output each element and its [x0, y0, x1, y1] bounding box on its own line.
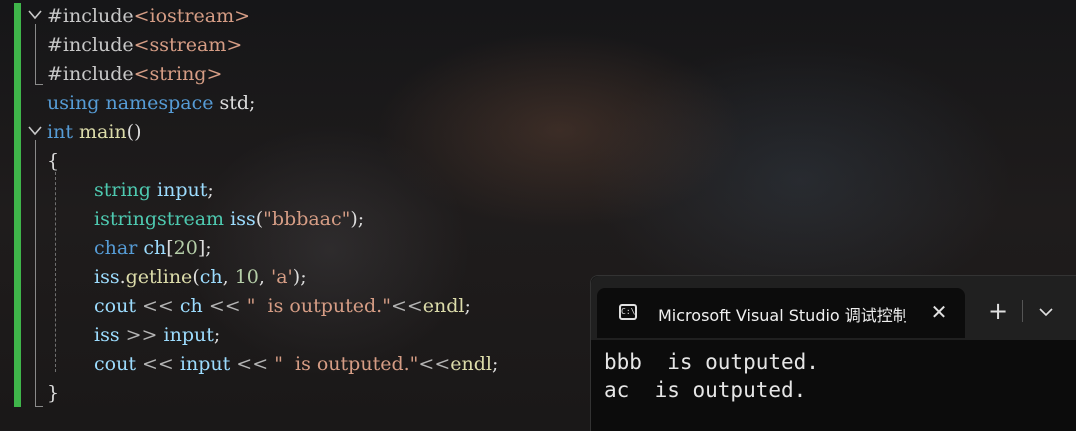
- code-token: ];: [197, 237, 212, 259]
- code-line[interactable]: }: [47, 379, 59, 408]
- code-token: <sstream>: [133, 34, 243, 56]
- console-output-line: bbb is outputed.: [604, 350, 819, 374]
- code-token: iss: [94, 324, 120, 346]
- chevron-down-icon[interactable]: [1031, 296, 1061, 326]
- indent-guide: [55, 172, 56, 372]
- code-line[interactable]: iss.getline(ch, 10, 'a');: [94, 263, 307, 292]
- code-line[interactable]: #include<iostream>: [47, 2, 250, 31]
- code-token: <string>: [133, 63, 223, 85]
- main-fold-guide-end: [35, 406, 43, 407]
- code-token: iss: [230, 208, 256, 230]
- change-tracking-bar: [14, 3, 21, 407]
- code-token: <<: [236, 353, 269, 375]
- code-token: #include: [47, 34, 134, 56]
- code-token: namespace: [105, 92, 214, 114]
- code-token: string: [94, 179, 151, 201]
- new-tab-button[interactable]: +: [983, 296, 1013, 326]
- code-token: endl: [422, 295, 465, 317]
- code-token: cout: [94, 353, 136, 375]
- close-tab-icon[interactable]: ✕: [925, 298, 953, 326]
- code-token: ;: [207, 179, 214, 201]
- code-token: );: [292, 266, 307, 288]
- code-token: <<: [142, 353, 174, 375]
- code-token: main: [79, 121, 127, 143]
- code-token: #include: [47, 5, 134, 27]
- code-token: using: [47, 92, 100, 114]
- code-token: input: [163, 324, 214, 346]
- code-token: [: [166, 237, 174, 259]
- code-token: ;: [464, 295, 471, 317]
- code-token: " is outputed.": [246, 295, 391, 317]
- code-token: (): [126, 121, 142, 143]
- code-token: 10: [234, 266, 259, 288]
- code-token: std;: [213, 92, 256, 114]
- include-fold-guide-end: [35, 84, 43, 85]
- code-line[interactable]: cout << input << " is outputed."<<endl;: [94, 350, 498, 379]
- code-line[interactable]: using namespace std;: [47, 89, 255, 118]
- code-token: <<: [390, 295, 423, 317]
- collapse-includes-icon[interactable]: [27, 8, 43, 22]
- console-output-line: ac is outputed.: [604, 378, 807, 402]
- code-token: input: [179, 353, 231, 375]
- code-line[interactable]: #include<sstream>: [47, 31, 242, 60]
- code-token: <<: [418, 353, 451, 375]
- code-token: ch: [179, 295, 203, 317]
- code-line[interactable]: int main(): [47, 118, 142, 147]
- code-token: istringstream: [94, 208, 225, 230]
- code-token: ,: [258, 266, 271, 288]
- code-token: input: [157, 179, 208, 201]
- code-token: char: [94, 237, 138, 259]
- code-token: cout: [94, 295, 136, 317]
- code-line[interactable]: iss >> input;: [94, 321, 220, 350]
- code-token: );: [350, 208, 365, 230]
- code-line[interactable]: string input;: [94, 176, 214, 205]
- code-token: ;: [491, 353, 499, 375]
- code-token: "bbbaac": [263, 208, 351, 230]
- debug-console-window[interactable]: C:\ Microsoft Visual Studio 调试控制台 ✕ + bb…: [590, 275, 1076, 431]
- code-token: {: [47, 150, 60, 172]
- console-tab[interactable]: C:\ Microsoft Visual Studio 调试控制台 ✕: [597, 288, 965, 338]
- code-line[interactable]: istringstream iss("bbbaac");: [94, 205, 364, 234]
- tab-separator: [1022, 300, 1023, 322]
- code-token: ch: [143, 237, 167, 259]
- code-line[interactable]: char ch[20];: [94, 234, 212, 263]
- code-token: endl: [450, 353, 492, 375]
- main-fold-guide: [35, 140, 36, 406]
- code-token: <<: [208, 295, 241, 317]
- code-token: ch: [199, 266, 223, 288]
- code-token: getline: [125, 266, 193, 288]
- code-line[interactable]: #include<string>: [47, 60, 222, 89]
- console-tab-bar: C:\ Microsoft Visual Studio 调试控制台 ✕ +: [591, 276, 1076, 340]
- terminal-icon: C:\: [619, 304, 637, 320]
- code-line[interactable]: cout << ch << " is outputed."<<endl;: [94, 292, 471, 321]
- code-token: >>: [125, 324, 158, 346]
- code-token: ,: [222, 266, 235, 288]
- code-token: ;: [213, 324, 221, 346]
- code-token: <iostream>: [133, 5, 251, 27]
- include-fold-guide: [35, 24, 36, 84]
- collapse-main-icon[interactable]: [27, 124, 43, 138]
- code-token: (: [192, 266, 200, 288]
- code-token: 'a': [271, 266, 293, 288]
- code-token: (: [255, 208, 264, 230]
- code-line[interactable]: {: [47, 147, 59, 176]
- code-token: int: [47, 121, 73, 143]
- code-token: " is outputed.": [274, 353, 419, 375]
- code-token: 20: [173, 237, 198, 259]
- console-tab-title: Microsoft Visual Studio 调试控制台: [658, 306, 906, 324]
- code-token: #include: [47, 63, 134, 85]
- code-token: iss: [94, 266, 120, 288]
- code-token: <<: [142, 295, 174, 317]
- code-token: }: [47, 382, 60, 404]
